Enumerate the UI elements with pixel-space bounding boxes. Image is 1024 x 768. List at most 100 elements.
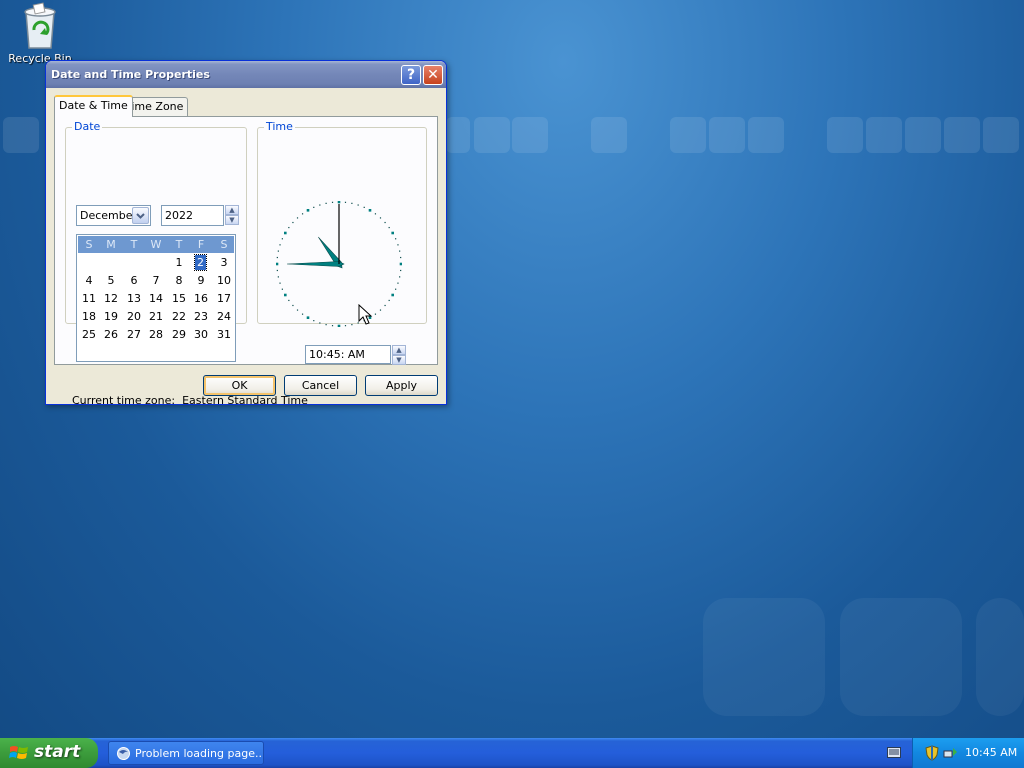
weekday-label: S (85, 238, 93, 251)
calendar-day[interactable]: 3 (213, 255, 235, 270)
firefox-window-icon (117, 747, 130, 760)
window-title: Date and Time Properties (51, 68, 210, 81)
ok-button[interactable]: OK (203, 375, 276, 396)
clock-minute-mark (292, 221, 294, 224)
clock-hour-mark (391, 231, 394, 235)
calendar-day[interactable]: 30 (190, 327, 212, 342)
calendar-day[interactable]: 6 (123, 273, 145, 288)
calendar-day[interactable]: 21 (145, 309, 167, 324)
calendar-day[interactable]: 20 (123, 309, 145, 324)
taskbar: start Problem loading page... 10:45 AM (0, 738, 1024, 768)
clock-minute-mark (397, 244, 399, 246)
clock-minute-mark (344, 325, 347, 327)
chevron-down-icon (136, 213, 145, 219)
calendar-day[interactable]: 23 (190, 309, 212, 324)
calendar-grid[interactable]: S M T W T F S 1 2 3 4 5 6 7 8 9 10 11 12 13 14 15 16 17 1… (76, 234, 236, 362)
calendar-day[interactable]: 26 (100, 327, 122, 342)
tab-date-time[interactable]: Date & Time (54, 95, 133, 117)
month-dropdown[interactable]: December (76, 205, 151, 226)
clock-minute-mark (325, 202, 327, 204)
calendar-day[interactable]: 5 (100, 273, 122, 288)
year-input[interactable]: 2022 (161, 205, 224, 226)
start-button[interactable]: start (0, 738, 98, 768)
calendar-day[interactable]: 19 (100, 309, 122, 324)
help-button[interactable]: ? (401, 65, 421, 85)
calendar-day[interactable]: 28 (145, 327, 167, 342)
year-spinner[interactable]: ▲ ▼ (225, 205, 239, 225)
calendar-day[interactable]: 14 (145, 291, 167, 306)
spin-up-icon[interactable]: ▲ (225, 205, 239, 215)
apply-button[interactable]: Apply (365, 375, 438, 396)
clock-minute-mark (279, 244, 281, 246)
calendar-day[interactable]: 17 (213, 291, 235, 306)
clock-minute-mark (288, 299, 290, 302)
taskbar-window-button[interactable]: Problem loading page... (108, 741, 264, 765)
clock-minute-mark (388, 299, 390, 302)
bg-block (709, 117, 745, 153)
time-input[interactable]: 10:45: AM (305, 345, 391, 364)
calendar-day[interactable]: 22 (168, 309, 190, 324)
help-icon: ? (406, 67, 416, 83)
clock-minute-mark (351, 324, 353, 326)
analog-clock (276, 201, 402, 327)
weekday-label: T (175, 238, 183, 251)
calendar-day[interactable]: 10 (213, 273, 235, 288)
clock-minute-mark (357, 204, 359, 206)
calendar-day[interactable]: 27 (123, 327, 145, 342)
taskbar-clock[interactable]: 10:45 AM (965, 746, 1017, 759)
time-group-title: Time (264, 120, 295, 133)
calendar-day[interactable]: 9 (190, 273, 212, 288)
calendar-day[interactable]: 15 (168, 291, 190, 306)
month-dropdown-button[interactable] (132, 207, 149, 224)
spin-up-icon[interactable]: ▲ (392, 345, 406, 355)
close-button[interactable]: ✕ (423, 65, 443, 85)
clock-minute-mark (400, 269, 402, 272)
recycle-bin-icon (24, 2, 56, 49)
clock-minute-mark (292, 304, 294, 307)
calendar-day[interactable]: 2 (194, 254, 207, 271)
calendar-day[interactable]: 16 (190, 291, 212, 306)
spin-down-icon[interactable]: ▼ (392, 355, 406, 365)
time-spinner[interactable]: ▲ ▼ (392, 345, 406, 365)
weekday-label: M (106, 238, 116, 251)
calendar-day[interactable]: 8 (168, 273, 190, 288)
clock-minute-mark (399, 250, 401, 252)
calendar-day[interactable]: 18 (78, 309, 100, 324)
clock-minute-mark (313, 206, 315, 208)
clock-hour-mark (284, 293, 287, 297)
time-value: 10:45: AM (309, 348, 365, 361)
year-value: 2022 (165, 209, 193, 222)
keyboard-icon[interactable] (887, 747, 901, 758)
recycle-bin-desktop-icon[interactable]: Recycle Bin (4, 0, 76, 65)
clock-minute-mark (319, 322, 321, 324)
calendar-day[interactable]: 24 (213, 309, 235, 324)
weekday-label: F (197, 238, 205, 251)
clock-minute-mark (399, 276, 401, 278)
calendar-day[interactable]: 11 (78, 291, 100, 306)
clock-minute-mark (400, 256, 402, 259)
clock-minute-mark (374, 313, 377, 315)
calendar-day[interactable]: 12 (100, 291, 122, 306)
calendar-day[interactable]: 4 (78, 273, 100, 288)
title-bar[interactable]: Date and Time Properties ? ✕ (46, 61, 446, 88)
calendar-day[interactable]: 25 (78, 327, 100, 342)
close-icon: ✕ (427, 67, 439, 83)
calendar-day[interactable]: 29 (168, 327, 190, 342)
calendar-day[interactable]: 13 (123, 291, 145, 306)
tab-panel-date-time: Date December 2022 ▲ ▼ S M T W T F S 1 2… (54, 116, 438, 407)
current-timezone-label: Current time zone: (72, 394, 176, 407)
calendar-day[interactable]: 1 (168, 255, 190, 270)
cancel-button[interactable]: Cancel (284, 375, 357, 396)
clock-minute-mark (319, 204, 321, 206)
network-icon[interactable] (943, 746, 959, 760)
calendar-day[interactable]: 7 (145, 273, 167, 288)
clock-minute-mark (301, 313, 304, 315)
spin-down-icon[interactable]: ▼ (225, 215, 239, 225)
clock-minute-mark (281, 238, 283, 240)
clock-minute-mark (301, 213, 304, 215)
bg-block (976, 598, 1024, 716)
bg-block (983, 117, 1019, 153)
clock-minute-mark (276, 256, 278, 259)
security-shield-icon[interactable] (925, 745, 939, 761)
calendar-day[interactable]: 31 (213, 327, 235, 342)
